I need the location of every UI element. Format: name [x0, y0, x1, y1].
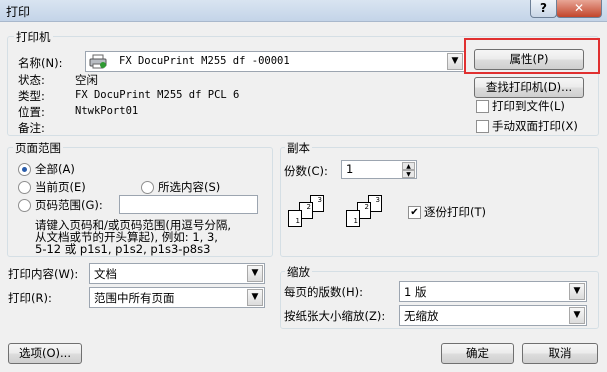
collate-checkbox[interactable]: ✔ — [408, 206, 421, 219]
collate-label[interactable]: 逐份打印(T) — [424, 204, 486, 220]
selection-label[interactable]: 所选内容(S) — [158, 179, 220, 195]
status-value: 空闲 — [75, 73, 98, 87]
manual-duplex-checkbox[interactable] — [476, 120, 489, 133]
window-title: 打印 — [6, 5, 31, 19]
where-label: 位置: — [18, 105, 45, 119]
scale-label: 按纸张大小缩放(Z): — [284, 309, 386, 323]
manual-duplex-label[interactable]: 手动双面打印(X) — [492, 118, 578, 134]
close-button[interactable]: ✕ — [556, 0, 602, 18]
spinner-down-icon[interactable]: ▼ — [402, 170, 415, 178]
pages-per-sheet-label: 每页的版数(H): — [284, 285, 363, 299]
print-to-file-label[interactable]: 打印到文件(L) — [492, 98, 565, 114]
print-what-select[interactable]: 文档 ▼ — [89, 263, 265, 284]
printer-group-title: 打印机 — [14, 29, 53, 45]
chevron-down-icon[interactable]: ▼ — [447, 53, 463, 70]
properties-button[interactable]: 属性(P) — [474, 49, 584, 70]
print-label: 打印(R): — [8, 291, 52, 305]
all-label[interactable]: 全部(A) — [35, 161, 75, 177]
ok-button[interactable]: 确定 — [441, 343, 514, 364]
where-value: NtwkPort01 — [75, 105, 139, 117]
type-value: FX DocuPrint M255 df PCL 6 — [75, 89, 240, 101]
current-page-radio[interactable] — [18, 181, 31, 194]
chevron-down-icon[interactable]: ▼ — [247, 265, 263, 282]
options-button[interactable]: 选项(O)... — [8, 343, 82, 364]
all-radio[interactable] — [18, 163, 31, 176]
printer-name-select[interactable]: FX DocuPrint M255 df -00001 ▼ — [85, 51, 465, 72]
comment-label: 备注: — [18, 121, 45, 135]
chevron-down-icon[interactable]: ▼ — [569, 307, 585, 324]
collate-illustration: 3 2 1 3 2 1 — [288, 195, 388, 237]
copies-spinner[interactable]: 1 ▲ ▼ — [341, 160, 417, 179]
pages-input[interactable] — [119, 195, 258, 214]
copies-label: 份数(C): — [284, 164, 328, 178]
pages-label[interactable]: 页码范围(G): — [35, 197, 103, 213]
zoom-group-title: 缩放 — [285, 264, 312, 280]
current-page-label[interactable]: 当前页(E) — [35, 179, 86, 195]
print-to-file-checkbox[interactable] — [476, 100, 489, 113]
print-select[interactable]: 范围中所有页面 ▼ — [89, 287, 265, 308]
cancel-button[interactable]: 取消 — [522, 343, 598, 364]
selection-radio[interactable] — [141, 181, 154, 194]
chevron-down-icon[interactable]: ▼ — [247, 289, 263, 306]
chevron-down-icon[interactable]: ▼ — [569, 283, 585, 300]
title-bar: 打印 ? ✕ — [0, 0, 607, 22]
collate-page-1b: 1 — [346, 210, 360, 227]
pages-per-sheet-select[interactable]: 1 版 ▼ — [399, 281, 587, 302]
status-label: 状态: — [18, 73, 45, 87]
printer-icon — [89, 54, 107, 69]
scale-select[interactable]: 无缩放 ▼ — [399, 305, 587, 326]
printer-name-label: 名称(N): — [18, 56, 63, 70]
page-range-group-title: 页面范围 — [13, 140, 63, 156]
copies-group-title: 副本 — [285, 140, 312, 156]
page-range-hint-3: 5-12 或 p1s1, p1s2, p1s3-p8s3 — [35, 242, 211, 256]
type-label: 类型: — [18, 89, 45, 103]
find-printer-button[interactable]: 查找打印机(D)... — [474, 77, 584, 98]
spinner-up-icon[interactable]: ▲ — [402, 162, 415, 170]
printer-name-value: FX DocuPrint M255 df -00001 — [119, 55, 290, 67]
print-what-label: 打印内容(W): — [8, 267, 79, 281]
collate-page-1a: 1 — [288, 210, 302, 227]
pages-radio[interactable] — [18, 199, 31, 212]
help-button[interactable]: ? — [530, 0, 557, 18]
